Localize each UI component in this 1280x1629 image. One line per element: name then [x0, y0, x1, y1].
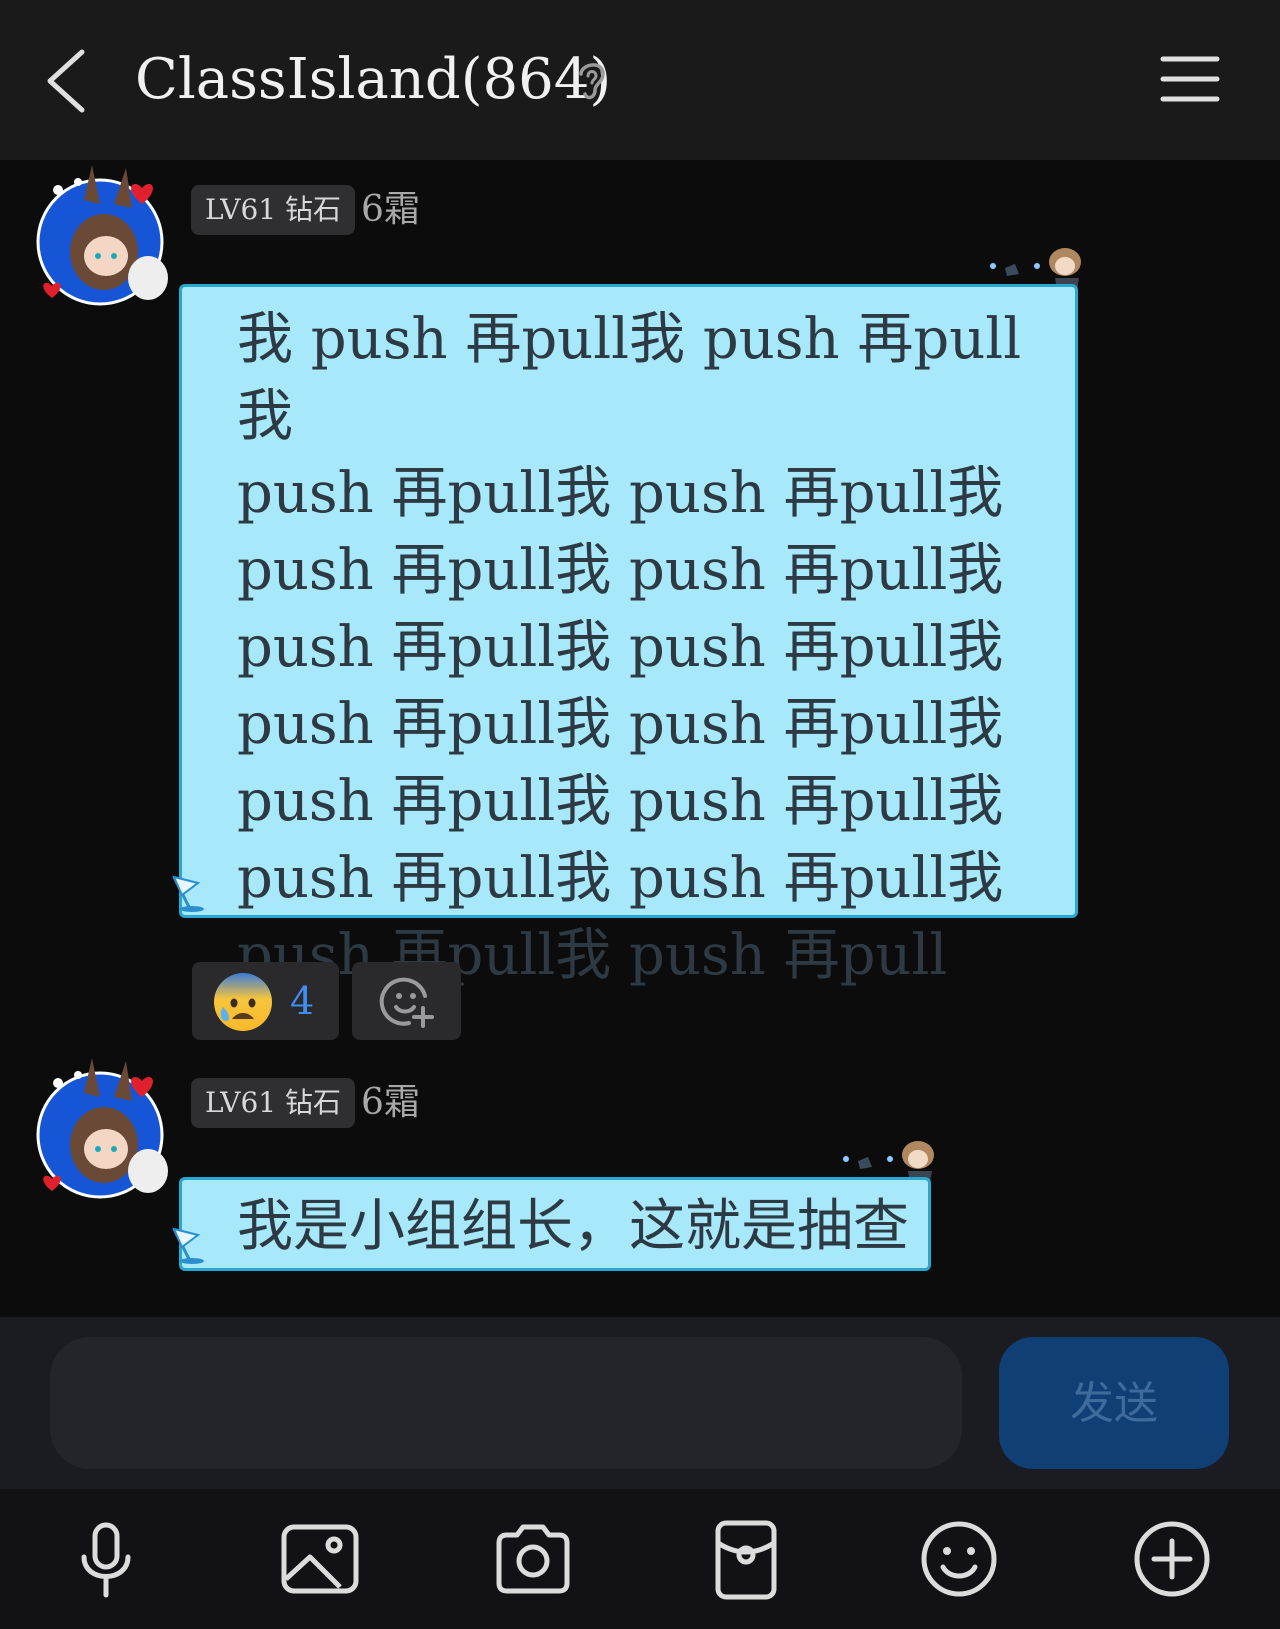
emoji-icon[interactable]	[917, 1517, 1001, 1601]
sender-name[interactable]: 6霜	[361, 1078, 420, 1128]
red-packet-icon[interactable]	[704, 1517, 788, 1601]
message-bubble[interactable]: 我 push 再pull我 push 再pull我 push 再pull我 pu…	[179, 284, 1078, 988]
level-badge: LV61 钻石	[191, 1078, 356, 1128]
message-input[interactable]	[50, 1337, 962, 1469]
message-text: 我 push 再pull我 push 再pull我 push 再pull我 pu…	[237, 307, 1022, 988]
input-toolbar	[0, 1489, 1280, 1629]
chat-header: ClassIsland(864)	[0, 0, 1280, 160]
image-icon[interactable]	[278, 1517, 362, 1601]
flag-icon	[172, 875, 204, 912]
chat-title[interactable]: ClassIsland(864)	[135, 44, 611, 116]
reaction-count: 4	[290, 979, 315, 1023]
add-emoji-icon	[379, 977, 434, 1028]
reaction-chip[interactable]: 4	[192, 962, 339, 1040]
anxious-face-icon	[214, 973, 272, 1031]
message-text: 我是小组组长，这就是抽查	[237, 1194, 909, 1259]
avatar[interactable]	[22, 1053, 172, 1203]
microphone-icon[interactable]	[64, 1517, 148, 1601]
composer: 发送	[0, 1317, 1280, 1489]
message-bubble[interactable]: 我是小组组长，这就是抽查	[179, 1177, 931, 1271]
avatar[interactable]	[22, 160, 172, 310]
ear-icon[interactable]	[575, 56, 609, 104]
add-reaction-button[interactable]	[352, 962, 461, 1040]
plus-icon[interactable]	[1130, 1517, 1214, 1601]
sender-name[interactable]: 6霜	[361, 185, 420, 235]
camera-icon[interactable]	[491, 1517, 575, 1601]
flag-icon	[172, 1227, 204, 1264]
send-button[interactable]: 发送	[999, 1337, 1229, 1469]
menu-icon[interactable]	[1160, 54, 1220, 104]
level-badge: LV61 钻石	[191, 185, 356, 235]
back-icon[interactable]	[42, 48, 92, 114]
